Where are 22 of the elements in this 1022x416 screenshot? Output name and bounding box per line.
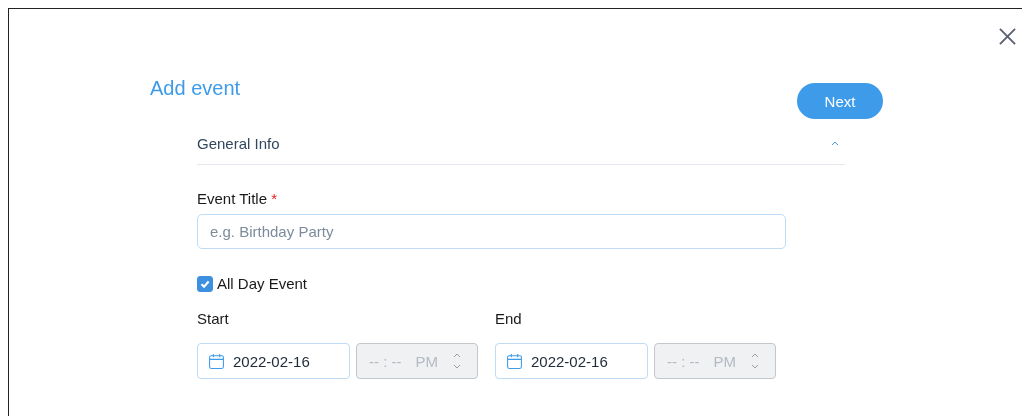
date-value: 2022-02-16: [233, 352, 310, 370]
event-title-field[interactable]: e.g. Birthday Party: [197, 214, 786, 249]
all-day-checkbox[interactable]: [197, 275, 213, 292]
period-value: PM: [713, 352, 736, 370]
field-label: End: [495, 310, 522, 327]
section-title: General Info: [197, 134, 280, 152]
time-value: -- : --: [667, 352, 700, 370]
calendar-icon: [506, 352, 523, 370]
period-value: PM: [415, 352, 438, 370]
date-field[interactable]: 2022-02-16: [197, 343, 350, 379]
time-value: -- : --: [369, 352, 402, 370]
next-button[interactable]: Next: [797, 83, 883, 119]
date-value: 2022-02-16: [531, 352, 608, 370]
calendar-icon: [208, 352, 225, 370]
date-field[interactable]: 2022-02-16: [495, 343, 648, 379]
field-label: Start: [197, 310, 229, 327]
field-label: Event Title: [197, 190, 268, 207]
required-mark: *: [271, 190, 278, 207]
close-icon[interactable]: [999, 28, 1016, 45]
dialog-title: Add event: [150, 77, 241, 101]
checkbox-label: All Day Event: [217, 275, 308, 292]
chevron-icon[interactable]: [831, 140, 839, 146]
